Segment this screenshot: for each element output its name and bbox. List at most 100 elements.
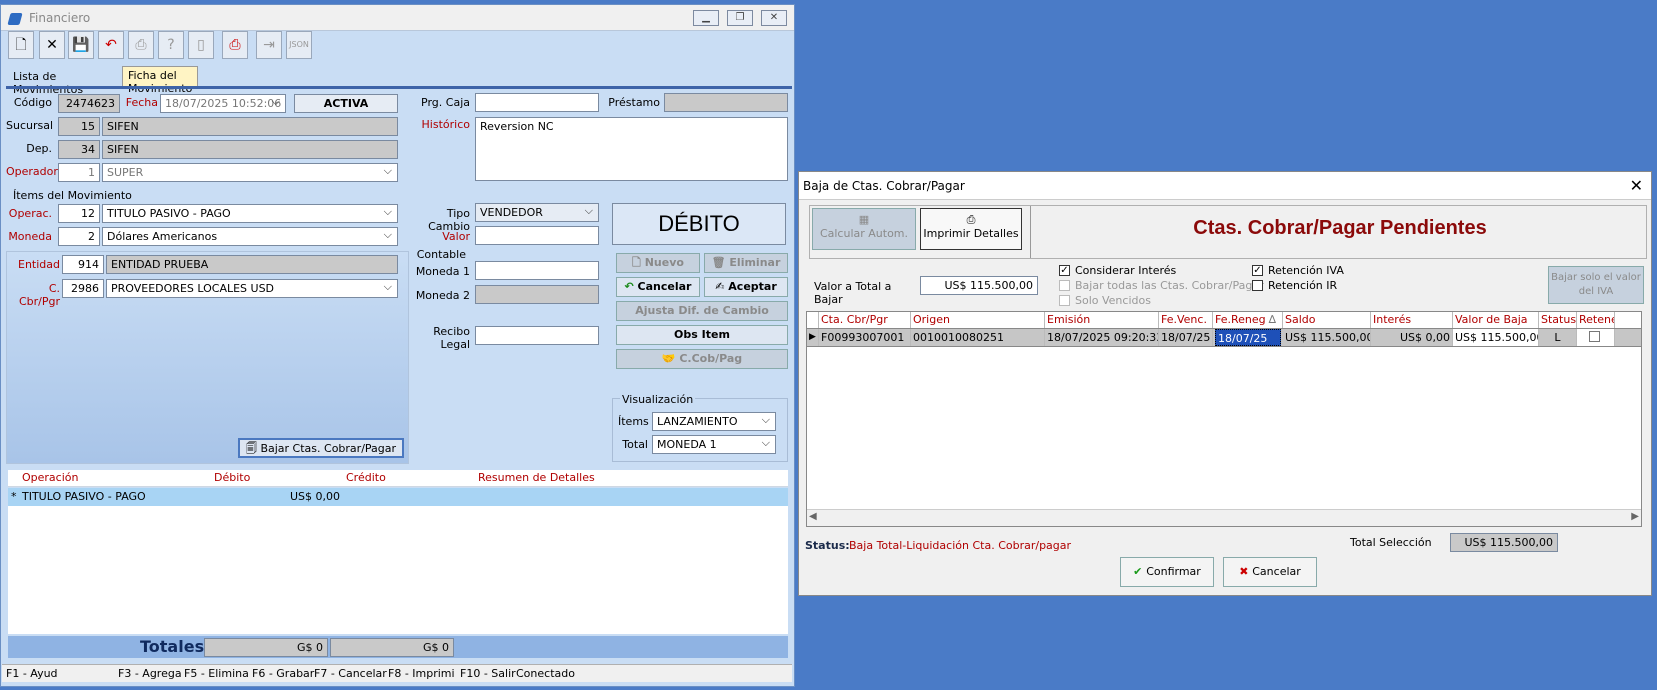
historico-field[interactable]: Reversion NC <box>475 117 788 181</box>
door-icon[interactable]: ▯ <box>188 31 214 59</box>
confirmar-button[interactable]: ✔ Confirmar <box>1120 557 1214 587</box>
tab-ficha-movimiento[interactable]: Ficha del Movimiento <box>122 66 199 95</box>
solo-vencidos-checkbox[interactable] <box>1059 295 1070 306</box>
prg-caja-field[interactable] <box>475 93 599 112</box>
cancelar-button[interactable]: ↶ Cancelar <box>616 277 700 297</box>
minimize-button[interactable]: ▁ <box>693 10 719 26</box>
cell-retene[interactable] <box>1577 329 1615 346</box>
retencion-iva-label: Retención IVA <box>1268 264 1344 277</box>
print-icon[interactable]: ⎙ <box>128 31 154 59</box>
nuevo-button[interactable]: 🗋 Nuevo <box>616 253 700 273</box>
imprimir-detalles-button[interactable]: ⎙ Imprimir Detalles <box>920 208 1022 250</box>
export-icon[interactable]: ⇥ <box>256 31 282 59</box>
close-icon[interactable]: ✕ <box>1630 176 1643 195</box>
cell-emision[interactable]: 18/07/2025 09:20:33 <box>1045 329 1159 346</box>
dialog-cancelar-button[interactable]: ✖ Cancelar <box>1223 557 1317 587</box>
moneda-select[interactable]: Dólares Americanos <box>102 227 398 246</box>
cell-operacion[interactable]: TITULO PASIVO - PAGO <box>22 490 146 503</box>
col-valor-baja[interactable]: Valor de Baja <box>1453 312 1539 328</box>
cell-cta[interactable]: F00993007001 <box>819 329 911 346</box>
solo-vencidos-label: Solo Vencidos <box>1075 294 1151 307</box>
maximize-button[interactable]: ❐ <box>727 10 753 26</box>
scroll-left-icon[interactable]: ◀ <box>809 511 817 522</box>
new-doc-icon[interactable]: 🗋 <box>8 31 34 59</box>
recibo-field[interactable] <box>475 326 599 345</box>
col-interes[interactable]: Interés <box>1371 312 1453 328</box>
status-f6: F6 - Grabar <box>252 667 315 680</box>
calcular-autom-button[interactable]: ▦ Calcular Autom. <box>812 208 916 250</box>
col-cta[interactable]: Cta. Cbr/Pgr <box>819 312 911 328</box>
dep-name: SIFEN <box>102 140 398 159</box>
operador-select[interactable]: SUPER <box>102 163 398 182</box>
close-button[interactable]: ✕ <box>761 10 787 26</box>
ajusta-dif-button[interactable]: Ajusta Dif. de Cambio <box>616 301 788 321</box>
codigo-label: Código <box>13 96 52 109</box>
col-status[interactable]: Status <box>1539 312 1577 328</box>
calculator-icon: ▦ <box>858 213 870 226</box>
considerar-interes-checkbox[interactable]: ✓ <box>1059 265 1070 276</box>
items-vis-label: Ítems <box>618 415 649 428</box>
operac-select[interactable]: TITULO PASIVO - PAGO <box>102 204 398 223</box>
valor-total-field[interactable]: US$ 115.500,00 <box>920 276 1038 295</box>
delete-icon[interactable]: ✕ <box>39 31 65 59</box>
eliminar-button[interactable]: 🗑 Eliminar <box>704 253 788 273</box>
col-retene[interactable]: Retene <box>1577 312 1615 328</box>
undo-icon[interactable]: ↶ <box>98 31 124 59</box>
bajar-todas-checkbox[interactable] <box>1059 280 1070 291</box>
col-credito[interactable]: Crédito <box>346 471 386 484</box>
cell-saldo[interactable]: US$ 115.500,00 <box>1283 329 1371 346</box>
dialog-heading: Ctas. Cobrar/Pagar Pendientes <box>1193 217 1487 239</box>
aceptar-button[interactable]: ✍ Aceptar <box>704 277 788 297</box>
obs-item-button[interactable]: Obs Item <box>616 325 788 345</box>
tipo-cambio-select[interactable]: VENDEDOR <box>475 203 599 222</box>
moneda2-label: Moneda 2 <box>415 289 470 302</box>
cell-fereneg[interactable]: 18/07/25 <box>1215 329 1281 346</box>
horizontal-scrollbar[interactable]: ◀ ▶ <box>807 509 1641 526</box>
ccbr-num[interactable]: 2986 <box>62 279 104 298</box>
col-origen[interactable]: Origen <box>911 312 1045 328</box>
report-icon[interactable]: ⎙ <box>222 31 248 59</box>
save-icon[interactable]: 💾 <box>68 31 94 59</box>
cell-status[interactable]: L <box>1539 329 1577 346</box>
prestamo-field <box>664 93 788 112</box>
cell-valor-baja[interactable]: US$ 115.500,00 <box>1453 329 1539 346</box>
bajar-ctas-button[interactable]: 🗐 Bajar Ctas. Cobrar/Pagar <box>238 438 404 458</box>
operac-label: Operac. <box>8 207 52 220</box>
entidad-num[interactable]: 914 <box>62 255 104 274</box>
moneda1-field[interactable] <box>475 261 599 280</box>
table-row[interactable]: ▶ F00993007001 0010010080251 18/07/2025 … <box>806 329 1642 347</box>
scroll-right-icon[interactable]: ▶ <box>1631 511 1639 522</box>
json-icon[interactable]: JSON <box>286 31 312 59</box>
col-resumen[interactable]: Resumen de Detalles <box>478 471 595 484</box>
retene-checkbox[interactable] <box>1589 331 1600 342</box>
help-icon[interactable]: ? <box>158 31 184 59</box>
col-debito[interactable]: Débito <box>214 471 250 484</box>
tab-lista-movimientos[interactable]: Lista de Movimientos <box>8 68 88 96</box>
total-vis-select[interactable]: MONEDA 1 <box>652 435 776 454</box>
col-saldo[interactable]: Saldo <box>1283 312 1371 328</box>
cell-interes[interactable]: US$ 0,00 <box>1371 329 1453 346</box>
codigo-field: 2474623 <box>58 94 120 113</box>
dialog-grid-body: ◀ ▶ <box>806 347 1642 527</box>
row-marker: * <box>11 490 17 503</box>
items-vis-select[interactable]: LANZAMIENTO <box>652 412 776 431</box>
ccob-pag-button[interactable]: 🤝 C.Cob/Pag <box>616 349 788 369</box>
moneda-num[interactable]: 2 <box>58 227 100 246</box>
cell-debito[interactable]: US$ 0,00 <box>210 490 340 503</box>
table-row[interactable]: * TITULO PASIVO - PAGO US$ 0,00 <box>8 488 788 506</box>
cell-fevenc[interactable]: 18/07/25 <box>1159 329 1213 346</box>
col-emision[interactable]: Emisión <box>1045 312 1159 328</box>
dep-num: 34 <box>58 140 100 159</box>
valor-field[interactable] <box>475 226 599 245</box>
col-fevenc[interactable]: Fe.Venc. <box>1159 312 1213 328</box>
col-operacion[interactable]: Operación <box>22 471 78 484</box>
trash-icon: 🗑 <box>711 256 730 269</box>
operac-num[interactable]: 12 <box>58 204 100 223</box>
retencion-iva-checkbox[interactable]: ✓ <box>1252 265 1263 276</box>
bajar-iva-button[interactable]: Bajar solo el valor del IVA <box>1548 266 1644 304</box>
retencion-ir-checkbox[interactable] <box>1252 280 1263 291</box>
ccbr-select[interactable]: PROVEEDORES LOCALES USD <box>106 279 398 298</box>
fecha-field[interactable]: 18/07/2025 10:52:06 <box>160 94 286 113</box>
col-fereneg[interactable]: Fe.Reneg ∆ <box>1213 312 1283 328</box>
cell-origen[interactable]: 0010010080251 <box>911 329 1045 346</box>
